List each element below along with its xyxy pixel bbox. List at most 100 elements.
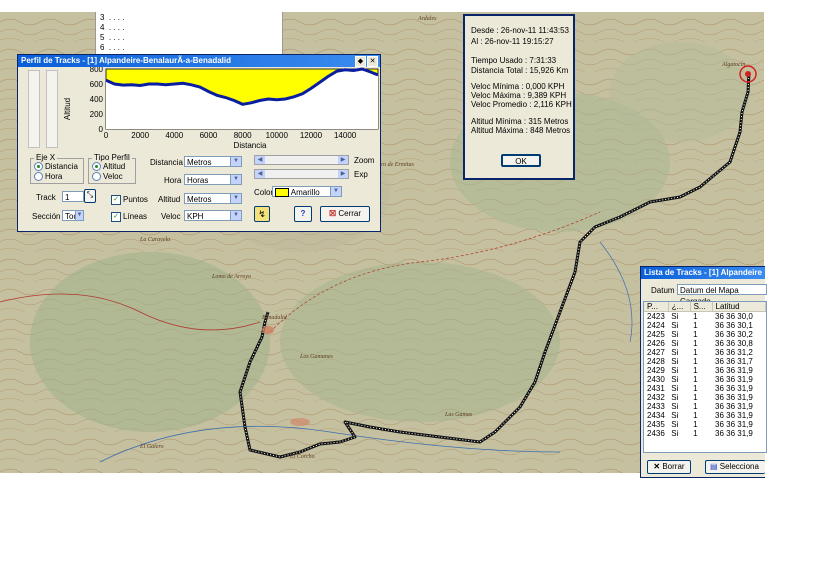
exp-slider[interactable]: ◀ ▶ — [254, 169, 349, 179]
table-cell: 1 — [693, 321, 698, 330]
list-item[interactable]: 6 . . . . — [100, 43, 124, 52]
borrar-button[interactable]: ✕ Borrar — [647, 460, 691, 474]
track-picker-icon[interactable]: ⤡ — [84, 189, 96, 203]
color-select[interactable]: Amarillo ▼ — [272, 186, 342, 198]
table-cell: 1 — [693, 429, 698, 438]
export-icon[interactable]: ↯ — [254, 206, 270, 222]
x-tick-label: 0 — [104, 131, 109, 140]
stats-dialog: Desde : 26-nov-11 11:43:53 Al : 26-nov-1… — [463, 14, 575, 180]
chevron-down-icon: ▼ — [230, 211, 241, 220]
zoom-slider[interactable]: ◀ ▶ — [254, 155, 349, 165]
x-axis-label: Distancia — [234, 141, 267, 150]
close-button[interactable]: ✕ — [367, 56, 378, 67]
table-cell: 36 36 31,9 — [715, 411, 753, 420]
table-cell: 2430 — [647, 375, 665, 384]
table-row[interactable]: 2425 Si 1 36 36 30,2 — [644, 330, 766, 339]
eje-distancia-radio[interactable]: Distancia — [34, 162, 78, 172]
map-label: Las Gamas — [445, 412, 473, 418]
table-cell: 1 — [693, 402, 698, 411]
column-header[interactable]: P... — [644, 302, 669, 312]
puntos-checkbox[interactable]: ✓ Puntos — [111, 195, 148, 205]
chevron-down-icon: ▼ — [230, 157, 241, 166]
tiempo-text: Tiempo Usado : 7:31:33 — [471, 56, 557, 65]
table-cell: Si — [671, 312, 679, 321]
table-cell: 1 — [693, 330, 698, 339]
tipo-perfil-label: Tipo Perfil — [92, 153, 132, 162]
table-row[interactable]: 2428 Si 1 36 36 31,7 — [644, 357, 766, 366]
altitud-select[interactable]: Metros ▼ — [184, 193, 242, 204]
table-cell: 36 36 30,0 — [715, 312, 753, 321]
distancia-total-text: Distancia Total : 15,926 Km — [471, 66, 569, 75]
seccion-select[interactable]: Tod ▼ — [62, 210, 84, 221]
table-row[interactable]: 2432 Si 1 36 36 31,9 — [644, 393, 766, 402]
cerrar-button[interactable]: ☒ Cerrar — [320, 206, 370, 222]
table-row[interactable]: 2436 Si 1 36 36 31,9 — [644, 429, 766, 438]
help-button[interactable]: ? — [294, 206, 312, 222]
table-cell: 1 — [693, 348, 698, 357]
table-row[interactable]: 2424 Si 1 36 36 30,1 — [644, 321, 766, 330]
table-cell: Si — [671, 402, 679, 411]
y-tick-label: 600 — [90, 80, 104, 89]
table-cell: 1 — [693, 357, 698, 366]
tipo-veloc-radio[interactable]: Veloc — [92, 172, 123, 182]
datum-select[interactable]: Datum del Mapa Cargado — [677, 284, 767, 306]
table-row[interactable]: 2431 Si 1 36 36 31,9 — [644, 384, 766, 393]
top-list-panel: 3 . . . . 4 . . . . 5 . . . . 6 . . . . — [95, 12, 283, 57]
column-header[interactable]: Latitud — [712, 302, 766, 312]
table-row[interactable]: 2433 Si 1 36 36 31,9 — [644, 402, 766, 411]
column-header[interactable]: S... — [690, 302, 713, 312]
table-cell: Si — [671, 330, 679, 339]
hora-select[interactable]: Horas ▼ — [184, 174, 242, 185]
track-label: Track — [36, 193, 56, 202]
table-cell: 2428 — [647, 357, 665, 366]
altitud-maxima-text: Altitud Máxima : 848 Metros — [471, 126, 571, 135]
eje-hora-radio[interactable]: Hora — [34, 172, 62, 182]
map-label: Ardales — [418, 16, 437, 22]
distancia-select[interactable]: Metros ▼ — [184, 156, 242, 167]
selecciona-button[interactable]: ▤ Selecciona — [705, 460, 765, 474]
tipo-altitud-radio[interactable]: Altitud — [92, 162, 125, 172]
table-cell: Si — [671, 357, 679, 366]
table-cell: Si — [671, 339, 679, 348]
veloc-minima-text: Veloc Mínima : 0,000 KPH — [471, 82, 565, 91]
tipo-perfil-group: Tipo Perfil Altitud Veloc — [88, 153, 136, 184]
chevron-down-icon: ▼ — [330, 187, 341, 196]
table-cell: 2426 — [647, 339, 665, 348]
lineas-checkbox[interactable]: ✓ Líneas — [111, 212, 147, 222]
menu-button[interactable]: ◆ — [355, 56, 366, 67]
table-cell: 2423 — [647, 312, 665, 321]
zoom-label: Zoom — [354, 156, 375, 165]
table-cell: 36 36 30,8 — [715, 339, 753, 348]
table-row[interactable]: 2427 Si 1 36 36 31,2 — [644, 348, 766, 357]
table-cell: 2431 — [647, 384, 665, 393]
vertical-scrollbar[interactable] — [46, 70, 58, 148]
y-tick-label: 800 — [90, 67, 104, 74]
map-label: El Galero — [140, 444, 164, 450]
ok-button[interactable]: OK — [501, 154, 541, 167]
chevron-down-icon: ▼ — [230, 194, 241, 203]
table-row[interactable]: 2423 Si 1 36 36 30,0 — [644, 312, 766, 322]
exp-label: Exp — [354, 170, 368, 179]
map-label: La Caravela — [140, 237, 171, 243]
list-item[interactable]: 3 . . . . — [100, 13, 124, 22]
veloc-select[interactable]: KPH ▼ — [184, 210, 242, 221]
table-row[interactable]: 2426 Si 1 36 36 30,8 — [644, 339, 766, 348]
list-item[interactable]: 5 . . . . — [100, 33, 124, 42]
vertical-scrollbar[interactable] — [28, 70, 40, 148]
table-cell: 36 36 30,1 — [715, 321, 753, 330]
eje-x-label: Eje X — [34, 153, 58, 162]
distancia-label: Distancia — [150, 158, 183, 167]
x-tick-label: 4000 — [165, 131, 183, 140]
track-input[interactable]: 1 — [62, 191, 84, 202]
table-row[interactable]: 2430 Si 1 36 36 31,9 — [644, 375, 766, 384]
list-item[interactable]: 4 . . . . — [100, 23, 124, 32]
table-row[interactable]: 2434 Si 1 36 36 31,9 — [644, 411, 766, 420]
x-tick-label: 6000 — [200, 131, 218, 140]
eje-x-group: Eje X Distancia Hora — [30, 153, 84, 184]
table-row[interactable]: 2435 Si 1 36 36 31,9 — [644, 420, 766, 429]
altitud-minima-text: Altitud Mínima : 315 Metros — [471, 117, 569, 126]
select-icon: ▤ — [710, 462, 718, 471]
column-header[interactable]: ¿... — [668, 302, 691, 312]
table-row[interactable]: 2429 Si 1 36 36 31,9 — [644, 366, 766, 375]
track-table: P... ¿... S... Latitud 2423 Si 1 36 36 30,0… — [644, 302, 766, 438]
